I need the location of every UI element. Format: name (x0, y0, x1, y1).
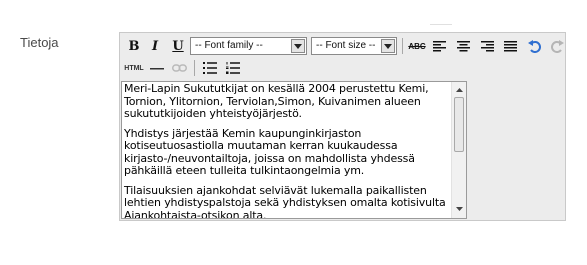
redo-icon (550, 39, 564, 53)
font-family-select[interactable]: -- Font family -- (190, 37, 307, 55)
paragraph: Tilaisuuksien ajankohdat selviävät lukem… (124, 183, 446, 219)
undo-icon (527, 39, 541, 53)
link-icon (171, 64, 187, 72)
numbered-list-icon (226, 62, 240, 74)
horizontal-rule-button[interactable] (147, 58, 167, 78)
italic-button[interactable]: I (145, 36, 165, 56)
vertical-scrollbar[interactable] (451, 82, 466, 218)
font-family-select-value: -- Font family -- (195, 40, 263, 51)
underline-button[interactable]: U (168, 36, 188, 56)
editor-text[interactable]: Meri-Lapin Sukututkijat on kesällä 2004 … (122, 82, 450, 219)
editor-content-area[interactable]: Meri-Lapin Sukututkijat on kesällä 2004 … (121, 81, 467, 219)
toolbar-separator (194, 60, 195, 76)
bullet-list-icon (203, 62, 217, 74)
top-divider (430, 24, 452, 25)
field-label: Tietoja (20, 35, 59, 50)
horizontal-rule-icon (150, 67, 164, 70)
align-left-icon (432, 40, 446, 52)
scrollbar-thumb[interactable] (454, 97, 464, 152)
font-size-select-value: -- Font size -- (316, 40, 376, 51)
bullet-list-button[interactable] (200, 58, 220, 78)
toolbar-separator (402, 38, 403, 54)
numbered-list-button[interactable] (223, 58, 243, 78)
undo-button[interactable] (524, 36, 544, 56)
scroll-down-arrow-icon[interactable] (454, 204, 464, 214)
paragraph: Yhdistys järjestää Kemin kaupunginkirjas… (124, 126, 415, 177)
align-center-icon (456, 40, 470, 52)
html-source-button[interactable]: HTML (122, 58, 146, 78)
chevron-down-icon (291, 39, 305, 53)
chevron-down-icon (381, 39, 395, 53)
rich-text-editor: B I U -- Font family -- -- Font size -- … (119, 32, 566, 221)
align-justify-button[interactable] (500, 36, 520, 56)
strikethrough-button[interactable]: ABC (406, 36, 428, 56)
align-left-button[interactable] (429, 36, 449, 56)
align-center-button[interactable] (453, 36, 473, 56)
align-right-icon (480, 40, 494, 52)
align-justify-icon (503, 40, 517, 52)
redo-button[interactable] (547, 36, 567, 56)
scroll-up-arrow-icon[interactable] (454, 85, 464, 95)
link-button[interactable] (169, 58, 189, 78)
align-right-button[interactable] (477, 36, 497, 56)
paragraph: Meri-Lapin Sukututkijat on kesällä 2004 … (124, 82, 429, 120)
bold-button[interactable]: B (124, 36, 144, 56)
font-size-select[interactable]: -- Font size -- (311, 37, 397, 55)
